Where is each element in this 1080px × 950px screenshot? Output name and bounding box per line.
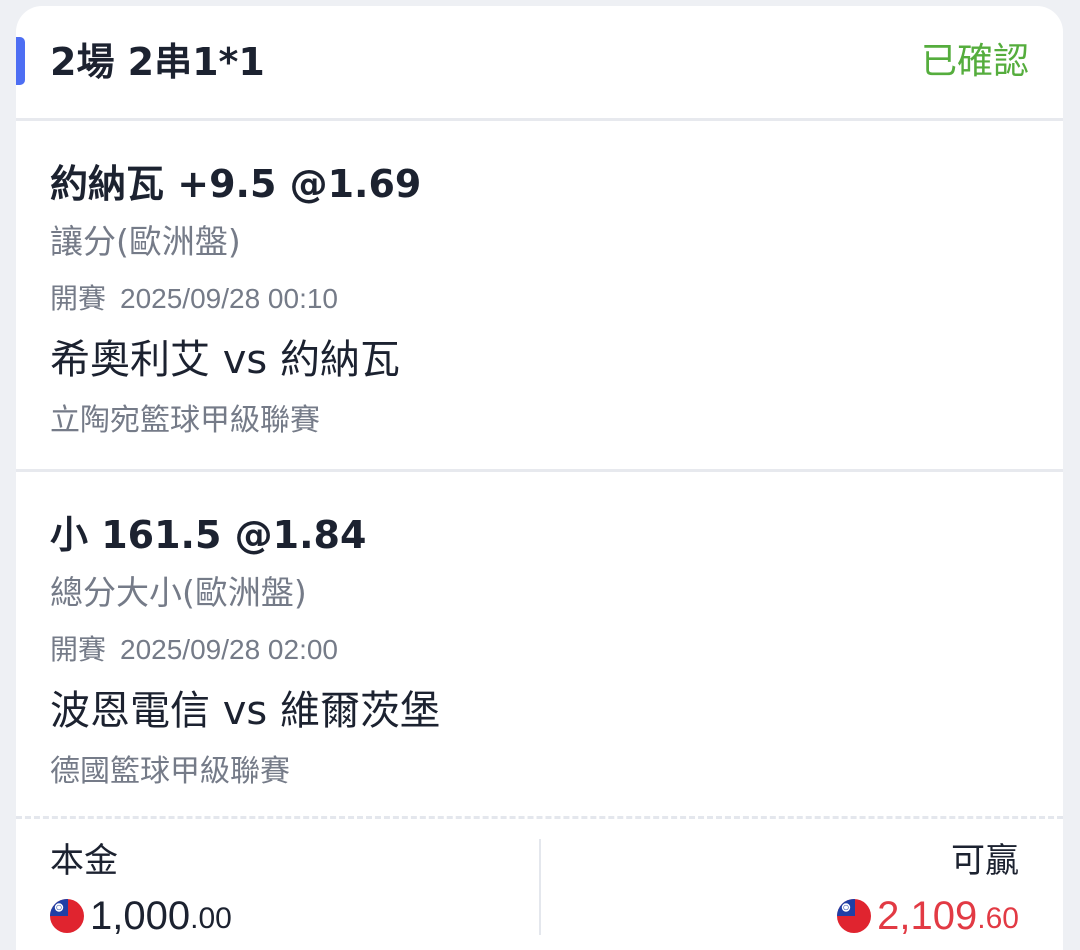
start-label: 開賽 [50,283,107,314]
match-teams: 波恩電信 vs 維爾茨堡 [50,688,440,734]
winnable-amount-decimal: .60 [977,902,1019,935]
principal-amount: 1,000.00 [50,891,232,941]
bet-leg-1: 約納瓦 +9.5 @1.69 讓分(歐洲盤) 開賽 2025/09/28 00:1… [16,121,1063,472]
bet-pick: 約納瓦 +9.5 @1.69 [50,162,422,206]
league-name: 德國籃球甲級聯賽 [50,754,290,789]
taiwan-flag-icon [837,899,872,933]
taiwan-flag-icon [50,899,84,933]
bet-slip-card: 2場 2串1*1 已確認 約納瓦 +9.5 @1.69 讓分(歐洲盤) 開賽 20… [16,6,1063,950]
start-time-row: 開賽 2025/09/28 00:10 [50,281,338,317]
start-time-row: 開賽 2025/09/28 02:00 [50,632,338,668]
parlay-title: 2場 2串1*1 [50,40,265,84]
footer-divider [539,839,541,935]
winnable-amount: 2,109.60 [837,891,1019,941]
bet-pick: 小 161.5 @1.84 [50,513,367,557]
bet-leg-2: 小 161.5 @1.84 總分大小(歐洲盤) 開賽 2025/09/28 02:… [16,472,1063,817]
bet-summary-footer: 本金 1,000.00 可贏 2,109 .60 [16,816,1063,950]
status-badge: 已確認 [920,41,1029,82]
start-label: 開賽 [50,634,107,665]
start-time: 2025/09/28 02:00 [120,634,338,665]
start-time: 2025/09/28 00:10 [120,283,338,314]
principal-amount-main: 1,000 [90,894,191,938]
winnable-amount-main: 2,109 [877,894,978,938]
principal-label: 本金 [50,841,118,881]
bet-slip-header: 2場 2串1*1 已確認 [16,6,1063,121]
league-name: 立陶宛籃球甲級聯賽 [50,403,320,438]
winnable-label: 可贏 [951,841,1019,881]
accent-bar [16,37,25,85]
match-teams: 希奧利艾 vs 約納瓦 [50,337,400,383]
principal-amount-decimal: .00 [190,902,232,935]
bet-market: 總分大小(歐洲盤) [50,573,307,612]
bet-market: 讓分(歐洲盤) [50,222,241,261]
